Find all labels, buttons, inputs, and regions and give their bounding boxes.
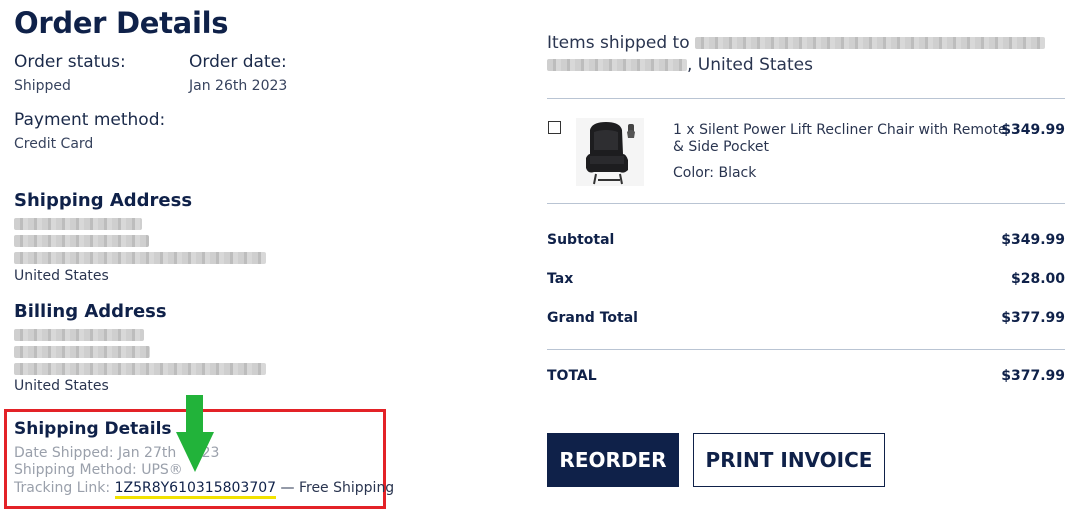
order-status-label: Order status: xyxy=(14,52,126,72)
item-title[interactable]: 1 x Silent Power Lift Recliner Chair wit… xyxy=(673,122,1008,156)
billing-address-heading: Billing Address xyxy=(14,301,167,322)
items-shipped-prefix: Items shipped to xyxy=(547,33,690,53)
redacted-billing-name xyxy=(14,329,144,341)
green-arrow-head-icon xyxy=(176,432,214,472)
product-thumbnail[interactable] xyxy=(576,118,644,186)
billing-country: United States xyxy=(14,378,109,394)
divider xyxy=(547,98,1065,99)
shipping-details-heading: Shipping Details xyxy=(14,419,172,439)
shipping-method: Shipping Method: UPS® xyxy=(14,462,183,478)
divider xyxy=(547,349,1065,350)
page-title: Order Details xyxy=(14,6,229,40)
green-arrow-icon xyxy=(186,395,203,433)
total-label: TOTAL xyxy=(547,368,597,384)
shipping-address-heading: Shipping Address xyxy=(14,190,193,211)
subtotal-value: $349.99 xyxy=(1001,232,1065,248)
items-shipped-to: Items shipped to , United States xyxy=(547,32,1067,76)
print-invoice-button[interactable]: PRINT INVOICE xyxy=(693,433,885,487)
reorder-button[interactable]: REORDER xyxy=(547,433,679,487)
order-date-value: Jan 26th 2023 xyxy=(189,78,288,94)
divider xyxy=(547,203,1065,204)
tax-label: Tax xyxy=(547,271,574,287)
tracking-suffix: — Free Shipping xyxy=(280,480,395,496)
item-price: $349.99 xyxy=(1001,122,1065,138)
payment-method-label: Payment method: xyxy=(14,110,166,130)
redacted-billing-city xyxy=(14,363,266,375)
grand-total-label: Grand Total xyxy=(547,310,638,326)
item-select-checkbox[interactable] xyxy=(548,121,561,134)
item-color: Color: Black xyxy=(673,165,757,181)
redacted-street xyxy=(14,235,149,247)
tax-value: $28.00 xyxy=(1010,271,1065,287)
items-shipped-suffix: , United States xyxy=(687,55,813,75)
redacted-billing-street xyxy=(14,346,150,358)
date-shipped-prefix: Date Shipped: Jan 27th xyxy=(14,445,177,461)
redacted-ship-line2 xyxy=(547,59,687,71)
redacted-name xyxy=(14,218,142,230)
shipping-country: United States xyxy=(14,268,109,284)
total-value: $377.99 xyxy=(1001,368,1065,384)
grand-total-value: $377.99 xyxy=(1001,310,1065,326)
redacted-ship-line1 xyxy=(695,37,1046,49)
tracking-line: Tracking Link: 1Z5R8Y610315803707 — Free… xyxy=(14,480,395,499)
redacted-city xyxy=(14,252,266,264)
order-date-label: Order date: xyxy=(189,52,287,72)
subtotal-label: Subtotal xyxy=(547,232,615,248)
tracking-link[interactable]: 1Z5R8Y610315803707 xyxy=(114,480,277,499)
tracking-label: Tracking Link: xyxy=(14,480,111,496)
order-status-value: Shipped xyxy=(14,78,71,94)
payment-method-value: Credit Card xyxy=(14,136,94,152)
